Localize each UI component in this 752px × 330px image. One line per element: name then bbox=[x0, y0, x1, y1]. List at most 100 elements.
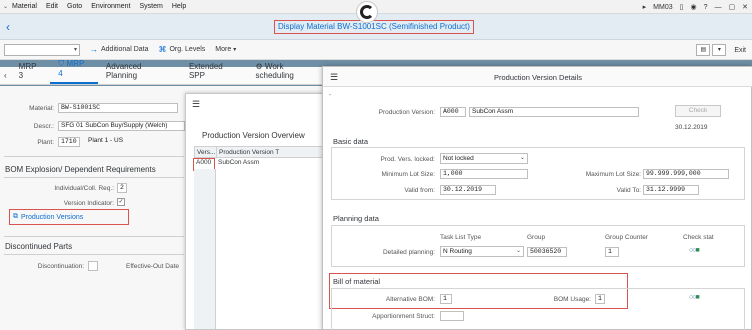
column-header-version[interactable]: Vers... bbox=[195, 147, 217, 157]
minimize-icon[interactable]: — bbox=[715, 4, 722, 11]
plant-field[interactable]: 1710 bbox=[58, 137, 80, 147]
tab-advanced-planning[interactable]: Advanced Planning bbox=[98, 62, 181, 84]
prod-version-field[interactable]: A000 bbox=[440, 107, 466, 117]
prod-vers-locked-select[interactable]: Not locked ⌄ bbox=[440, 153, 528, 164]
toolbar: ▾ → Additional Data ⌘ Org. Levels More ▾… bbox=[0, 40, 752, 60]
corner-icon: ⌐ bbox=[329, 92, 332, 98]
main-menu: ⌄ Material Edit Goto Environment System … bbox=[3, 3, 195, 10]
divider bbox=[4, 254, 184, 255]
detailed-planning-label: Detailed planning: bbox=[382, 249, 435, 256]
help-icon[interactable]: ? bbox=[704, 4, 708, 11]
descr-field[interactable]: SFG 01 SubCon Buy/Supply (Welch) bbox=[58, 121, 185, 131]
tab-extended-spp[interactable]: Extended SPP bbox=[181, 62, 248, 84]
task-list-type-value: N Routing bbox=[443, 248, 472, 255]
maximize-icon[interactable]: ▢ bbox=[729, 3, 736, 11]
close-icon[interactable]: ✕ bbox=[742, 3, 748, 11]
check-button[interactable]: Check bbox=[675, 105, 721, 117]
toolbar-right: ▤ ▾ Exit bbox=[694, 44, 746, 56]
chevron-down-icon: ⌄ bbox=[515, 248, 521, 254]
menu-expand-icon[interactable]: ⌄ bbox=[3, 3, 8, 10]
apportionment-field[interactable] bbox=[440, 311, 464, 321]
menu-item-goto[interactable]: Goto bbox=[67, 3, 82, 10]
version-cell[interactable]: A000 bbox=[194, 158, 216, 169]
overview-table: Vers... Production Version T A000 SubCon… bbox=[194, 146, 326, 169]
production-versions-button[interactable]: ⧉ Production Versions bbox=[13, 212, 83, 222]
valid-to-label: Valid To: bbox=[616, 187, 641, 194]
group-counter-header: Group Counter bbox=[605, 234, 648, 241]
task-list-type-header: Task List Type bbox=[440, 234, 482, 241]
prod-version-label: Production Version: bbox=[378, 109, 435, 116]
tab-prev-icon[interactable]: ‹ bbox=[0, 71, 11, 84]
effective-out-label: Effective-Out Date bbox=[126, 263, 179, 270]
version-text-cell[interactable]: SubCon Assm bbox=[216, 158, 324, 169]
material-field[interactable]: BW-S1001SC bbox=[58, 103, 178, 113]
version-indicator-checkbox[interactable]: ✓ bbox=[117, 198, 125, 206]
group-header: Group bbox=[527, 234, 546, 241]
exit-button[interactable]: Exit bbox=[734, 47, 746, 54]
group-field[interactable]: 50036520 bbox=[527, 247, 567, 257]
menu-item-system[interactable]: System bbox=[139, 3, 162, 10]
divider bbox=[4, 236, 184, 237]
menu-item-help[interactable]: Help bbox=[172, 3, 186, 10]
menu-item-edit[interactable]: Edit bbox=[46, 3, 58, 10]
material-label: Material: bbox=[29, 105, 54, 112]
back-icon[interactable]: ‹ bbox=[6, 20, 10, 34]
record-icon[interactable]: ◉ bbox=[690, 3, 696, 11]
additional-data-label: Additional Data bbox=[101, 46, 149, 53]
divider bbox=[4, 156, 184, 157]
overview-title: Production Version Overview bbox=[202, 131, 305, 140]
menu-item-environment[interactable]: Environment bbox=[91, 3, 130, 10]
bom-status-icon[interactable]: ○○■ bbox=[689, 294, 700, 301]
divider bbox=[4, 177, 184, 178]
production-version-overview-dialog: ☰ Production Version Overview Vers... Pr… bbox=[185, 93, 326, 330]
bom-usage-field[interactable]: 1 bbox=[595, 294, 605, 304]
valid-from-field[interactable]: 30.12.2019 bbox=[440, 185, 496, 195]
check-stat-header: Check stat bbox=[683, 234, 714, 241]
layout-icon[interactable]: ▤ bbox=[696, 44, 711, 56]
indiv-coll-field[interactable]: 2 bbox=[117, 183, 127, 193]
bill-of-material-title: Bill of material bbox=[333, 277, 381, 286]
plant-label: Plant: bbox=[37, 139, 54, 146]
more-button[interactable]: More ▾ bbox=[215, 46, 236, 53]
tab-mrp3[interactable]: MRP 3 bbox=[11, 62, 51, 84]
planning-data-box bbox=[331, 225, 745, 267]
max-lot-size-field[interactable]: 99.999.999,000 bbox=[643, 169, 729, 179]
column-header-text[interactable]: Production Version T bbox=[217, 147, 325, 157]
session-icon[interactable]: ▯ bbox=[680, 3, 684, 11]
production-versions-label: Production Versions bbox=[21, 213, 84, 221]
bill-of-material-box bbox=[331, 288, 745, 330]
tab-mrp4[interactable]: ⛉ MRP 4 bbox=[50, 59, 98, 84]
group-counter-field[interactable]: 1 bbox=[605, 247, 619, 257]
view-select[interactable]: ▾ bbox=[4, 43, 80, 56]
window-controls: ▸ MM03 ▯ ◉ ? — ▢ ✕ bbox=[636, 0, 748, 14]
descr-label: Descr.: bbox=[33, 123, 54, 130]
more-label: More bbox=[215, 46, 232, 53]
row-selector-column bbox=[194, 169, 216, 329]
discontinuation-field[interactable] bbox=[88, 261, 98, 271]
menu-item-material[interactable]: Material bbox=[12, 3, 37, 10]
prod-vers-locked-label: Prod. Vers. locked: bbox=[380, 156, 435, 163]
table-header: Vers... Production Version T bbox=[194, 146, 326, 158]
min-lot-size-field[interactable]: 1,000 bbox=[440, 169, 528, 179]
discontinued-section-title: Discontinued Parts bbox=[5, 242, 73, 251]
tab-work-scheduling[interactable]: ⚙ Work scheduling bbox=[248, 62, 330, 84]
prod-version-text-field[interactable]: SubCon Assm bbox=[469, 107, 639, 117]
alternative-bom-label: Alternative BOM: bbox=[385, 296, 435, 303]
prod-vers-locked-value: Not locked bbox=[443, 155, 474, 162]
shield-icon: ⛉ bbox=[58, 59, 67, 68]
additional-data-button[interactable]: → Additional Data bbox=[90, 45, 148, 54]
dialog-title: Production Version Details bbox=[494, 73, 582, 82]
hierarchy-icon: ⌘ bbox=[158, 45, 167, 54]
alternative-bom-field[interactable]: 1 bbox=[440, 294, 452, 304]
max-lot-size-label: Maximum Lot Size: bbox=[585, 171, 641, 178]
dropdown-icon[interactable]: ▾ bbox=[712, 44, 727, 56]
table-row[interactable]: A000 SubCon Assm bbox=[194, 158, 326, 169]
check-status-icon[interactable]: ○○■ bbox=[689, 247, 700, 254]
tab-strip: ‹ MRP 3 ⛉ MRP 4 Advanced Planning Extend… bbox=[0, 59, 330, 85]
org-levels-button[interactable]: ⌘ Org. Levels bbox=[158, 45, 205, 54]
task-list-type-select[interactable]: N Routing ⌄ bbox=[440, 246, 524, 257]
back-small-icon[interactable]: ▸ bbox=[643, 3, 647, 11]
valid-to-field[interactable]: 31.12.9999 bbox=[643, 185, 699, 195]
chevron-down-icon: ▾ bbox=[73, 46, 77, 53]
menu-icon[interactable]: ☰ bbox=[192, 99, 200, 110]
